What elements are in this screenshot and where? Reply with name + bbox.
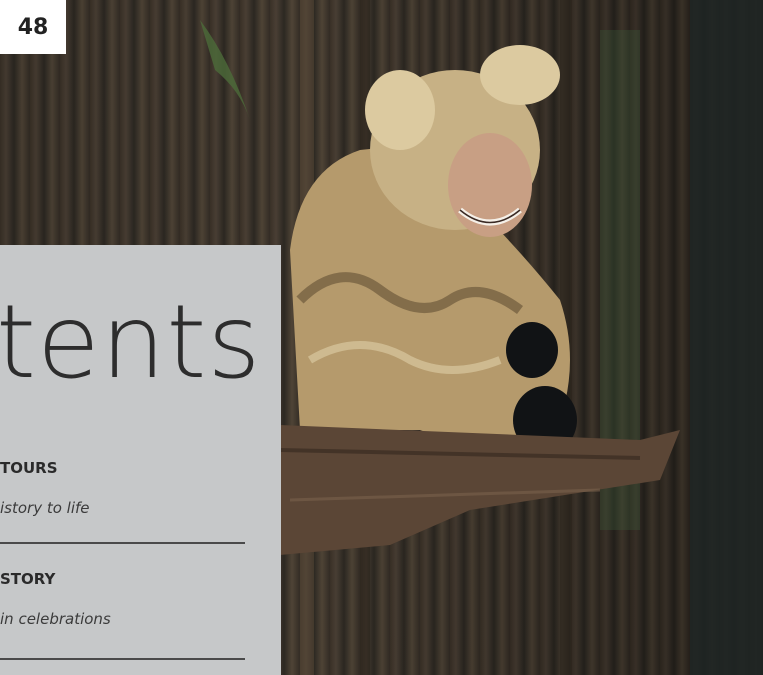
entry-heading-tours: TOURS bbox=[0, 459, 58, 477]
contents-title: tents bbox=[0, 283, 262, 402]
entry-divider bbox=[0, 542, 245, 544]
entry-subtitle-story: in celebrations bbox=[0, 610, 111, 628]
entry-divider bbox=[0, 658, 245, 660]
entry-heading-story: STORY bbox=[0, 570, 56, 588]
entry-subtitle-tours: istory to life bbox=[0, 499, 90, 517]
page-number: 48 bbox=[0, 0, 66, 54]
